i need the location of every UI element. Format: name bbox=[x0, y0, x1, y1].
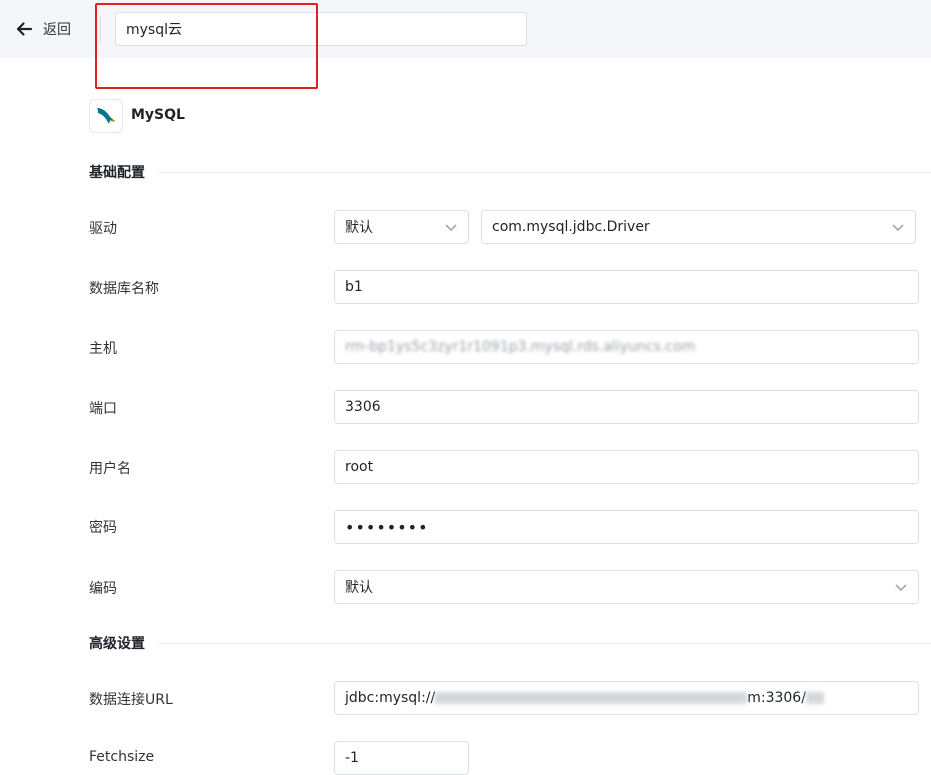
username-label: 用户名 bbox=[89, 461, 131, 477]
section-divider bbox=[159, 642, 931, 644]
mysql-dolphin-icon bbox=[97, 108, 116, 124]
fetchsize-input[interactable]: -1 bbox=[334, 741, 469, 775]
host-label: 主机 bbox=[89, 341, 117, 357]
chevron-down-icon bbox=[445, 224, 457, 231]
database-label: 数据库名称 bbox=[89, 281, 159, 297]
url-label: 数据连接URL bbox=[89, 692, 173, 708]
driver-class-value: com.mysql.jdbc.Driver bbox=[492, 219, 650, 235]
port-input[interactable]: 3306 bbox=[334, 390, 919, 424]
password-label: 密码 bbox=[89, 520, 117, 536]
driver-mode-value: 默认 bbox=[345, 220, 373, 236]
port-value: 3306 bbox=[345, 399, 381, 415]
username-input[interactable]: root bbox=[334, 450, 919, 484]
section-basic-config: 基础配置 bbox=[89, 162, 931, 182]
redacted-text bbox=[435, 692, 748, 704]
back-label: 返回 bbox=[43, 22, 71, 38]
divider bbox=[100, 16, 101, 42]
top-bar: 返回 bbox=[0, 0, 931, 58]
mysql-logo bbox=[89, 99, 123, 133]
redacted-text bbox=[805, 692, 824, 704]
database-input[interactable]: b1 bbox=[334, 270, 919, 304]
fetchsize-value: -1 bbox=[345, 750, 359, 766]
database-value: b1 bbox=[345, 279, 363, 295]
username-value: root bbox=[345, 459, 374, 475]
host-value: rm-bp1ys5c3zyr1r1091p3.mysql.rds.aliyunc… bbox=[345, 339, 696, 355]
driver-mode-select[interactable]: 默认 bbox=[334, 210, 469, 244]
port-label: 端口 bbox=[89, 401, 117, 417]
section-advanced-title: 高级设置 bbox=[89, 636, 145, 652]
url-prefix: jdbc:mysql:// bbox=[345, 690, 436, 706]
encoding-label: 编码 bbox=[89, 581, 117, 597]
back-button[interactable]: 返回 bbox=[14, 16, 71, 42]
password-input[interactable]: •••••••• bbox=[334, 510, 919, 544]
section-advanced-settings: 高级设置 bbox=[89, 633, 931, 653]
url-input[interactable]: jdbc:mysql:// m:3306/ bbox=[334, 681, 919, 715]
host-input[interactable]: rm-bp1ys5c3zyr1r1091p3.mysql.rds.aliyunc… bbox=[334, 330, 919, 364]
driver-class-select[interactable]: com.mysql.jdbc.Driver bbox=[481, 210, 916, 244]
datasource-name-input[interactable] bbox=[115, 12, 527, 46]
encoding-value: 默认 bbox=[345, 580, 373, 596]
datasource-type-title: MySQL bbox=[131, 107, 185, 123]
chevron-down-icon bbox=[895, 584, 907, 591]
section-basic-title: 基础配置 bbox=[89, 165, 145, 181]
driver-label: 驱动 bbox=[89, 221, 117, 237]
encoding-select[interactable]: 默认 bbox=[334, 570, 919, 604]
arrow-left-icon bbox=[16, 22, 33, 36]
chevron-down-icon bbox=[892, 224, 904, 231]
fetchsize-label: Fetchsize bbox=[89, 749, 155, 765]
section-divider bbox=[159, 171, 931, 173]
url-suffix: m:3306/ bbox=[747, 690, 806, 706]
password-value: •••••••• bbox=[345, 517, 429, 537]
